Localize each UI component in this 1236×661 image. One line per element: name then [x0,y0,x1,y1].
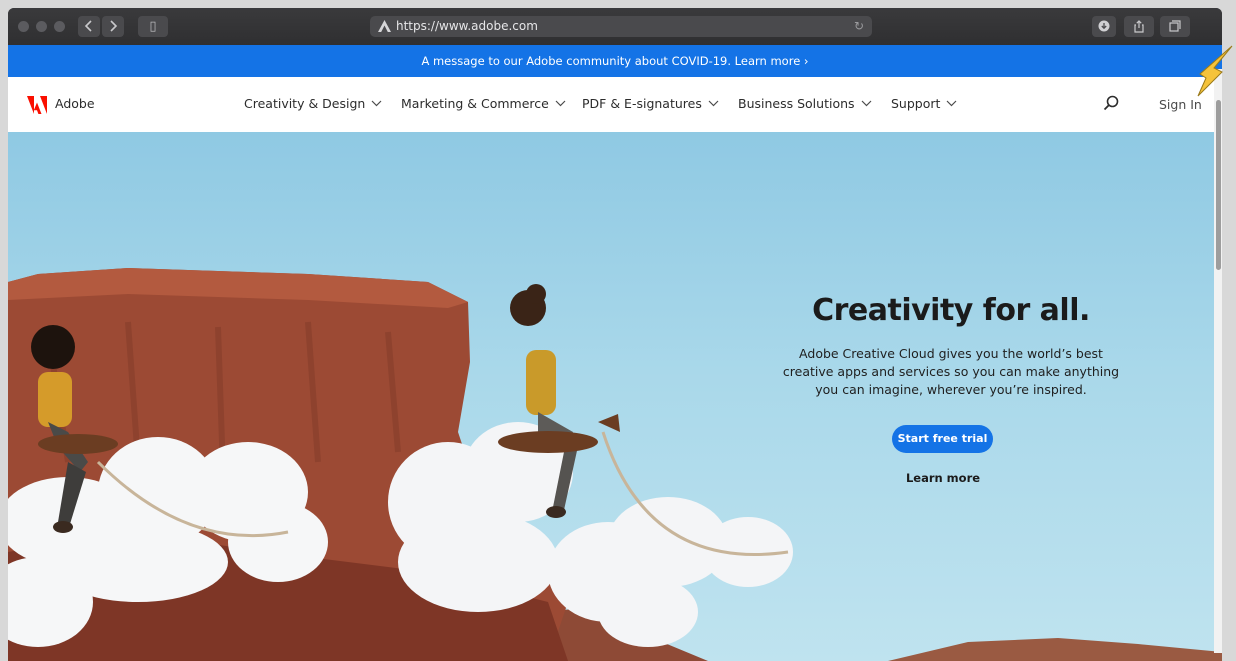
brand-name[interactable]: Adobe [55,96,95,111]
nav-item-label: Creativity & Design [244,96,366,111]
share-icon [1134,20,1144,33]
browser-window: ▯ https://www.adobe.com ↻ A message to o [8,8,1222,661]
site-nav: Adobe Creativity & Design Marketing & Co… [8,77,1222,133]
sidebar-button[interactable]: ▯ [138,16,168,37]
adobe-favicon-icon [378,20,391,32]
nav-business-solutions[interactable]: Business Solutions [738,96,872,111]
annotation-arrow-icon [1197,45,1233,97]
address-url: https://www.adobe.com [396,19,538,33]
download-icon [1098,20,1110,32]
adobe-logo-icon[interactable] [27,95,47,115]
nav-item-label: Business Solutions [738,96,855,111]
forward-button[interactable] [102,16,124,37]
nav-marketing-commerce[interactable]: Marketing & Commerce [401,96,566,111]
chevron-down-icon [946,100,957,107]
chevron-down-icon [555,100,566,107]
back-button[interactable] [78,16,100,37]
minimize-window-button[interactable] [36,21,47,32]
nav-pdf-esignatures[interactable]: PDF & E-signatures [582,96,719,111]
nav-item-label: Marketing & Commerce [401,96,549,111]
chevron-right-icon [110,20,118,32]
sidebar-icon: ▯ [149,19,157,34]
zoom-window-button[interactable] [54,21,65,32]
chevron-down-icon [708,100,719,107]
chevron-down-icon [371,100,382,107]
hero-section: Creativity for all. Adobe Creative Cloud… [8,132,1222,661]
close-window-button[interactable] [18,21,29,32]
browser-toolbar: ▯ https://www.adobe.com ↻ [8,8,1222,46]
nav-item-label: PDF & E-signatures [582,96,702,111]
chevron-down-icon [861,100,871,107]
nav-support[interactable]: Support [891,96,957,111]
download-button[interactable] [1092,16,1116,37]
nav-item-label: Support [891,96,941,111]
reload-icon[interactable]: ↻ [854,19,864,34]
learn-more-link[interactable]: Learn more [898,471,988,485]
search-icon[interactable] [1103,95,1119,111]
share-button[interactable] [1124,16,1154,37]
start-free-trial-button[interactable]: Start free trial [892,425,993,453]
hero-title: Creativity for all. [812,293,1090,328]
address-bar[interactable]: https://www.adobe.com ↻ [370,16,872,37]
tabs-button[interactable] [1160,16,1190,37]
hero-description: Adobe Creative Cloud gives you the world… [782,346,1120,397]
tabs-icon [1169,20,1181,32]
covid-banner[interactable]: A message to our Adobe community about C… [8,45,1222,77]
nav-creativity-design[interactable]: Creativity & Design [244,96,382,111]
page-scrollbar-thumb[interactable] [1216,100,1221,270]
chevron-left-icon [84,20,92,32]
